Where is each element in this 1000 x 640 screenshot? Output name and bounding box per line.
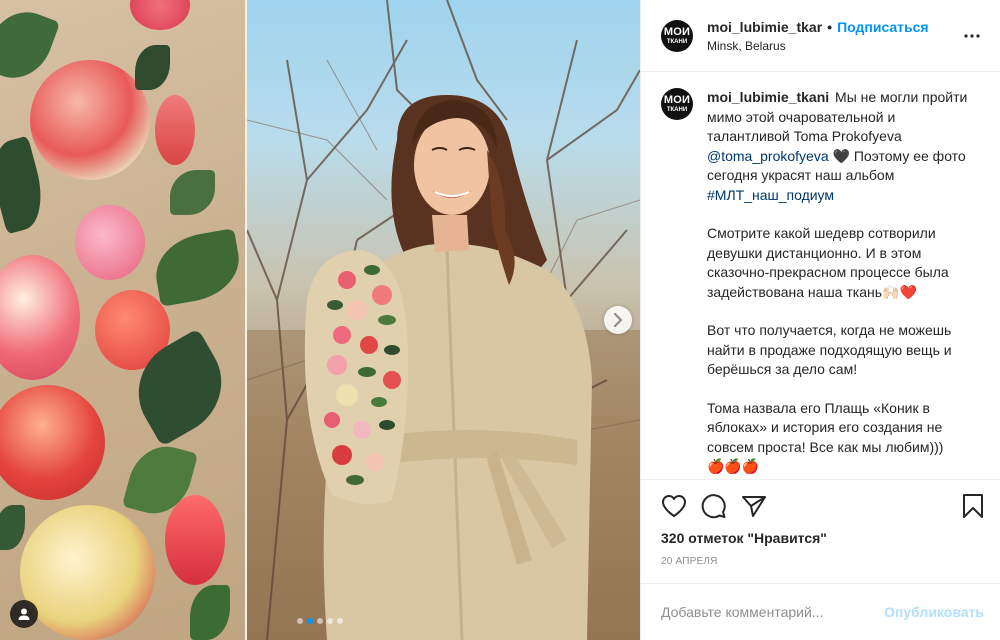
header-text: moi_lubimie_tkar • Подписаться Minsk, Be… <box>707 19 960 53</box>
header-separator: • <box>827 18 833 35</box>
previous-slide-image <box>0 0 245 640</box>
caption-paragraph: Смотрите какой шедевр сотворили девушки … <box>707 225 949 300</box>
header-title-row: moi_lubimie_tkar • Подписаться <box>707 19 960 35</box>
location-link[interactable]: Minsk, Belarus <box>707 39 960 53</box>
carousel-dot-active <box>307 618 313 624</box>
chevron-right-icon <box>613 313 623 327</box>
heart-icon <box>662 495 686 517</box>
action-bar <box>661 480 984 532</box>
post-caption: moi_lubimie_tkani Мы не могли пройти мим… <box>707 88 979 479</box>
caption-paragraph: Вот что получается, когда не можешь найт… <box>707 322 952 377</box>
share-button[interactable] <box>741 486 781 526</box>
mention-link[interactable]: @toma_prokofyeva <box>707 148 829 164</box>
carousel-dot <box>327 618 333 624</box>
next-slide-button[interactable] <box>604 306 632 334</box>
caption-username-link[interactable]: moi_lubimie_tkani <box>707 89 829 105</box>
carousel-dot <box>337 618 343 624</box>
main-slide-image <box>247 0 640 640</box>
comment-input[interactable] <box>661 604 885 620</box>
post-side-panel: МОИ ТКАНИ moi_lubimie_tkar • Подписаться… <box>640 0 1000 640</box>
carousel-dot <box>297 618 303 624</box>
avatar-logo-text: МОИ <box>663 94 691 106</box>
avatar-logo-text: МОИ <box>663 25 691 38</box>
caption-paragraph: 🍎🍎🍎 <box>707 458 760 474</box>
woman-in-trench-coat <box>304 95 592 640</box>
post-header: МОИ ТКАНИ moi_lubimie_tkar • Подписаться… <box>641 0 1000 72</box>
post-date[interactable]: 20 АПРЕЛЯ <box>661 556 984 567</box>
hashtag-link[interactable]: #МЛТ_наш_подиум <box>707 187 834 203</box>
more-options-button[interactable] <box>960 24 984 48</box>
save-button[interactable] <box>944 486 984 526</box>
likes-count[interactable]: 320 отметок "Нравится" <box>661 530 984 546</box>
publish-button[interactable]: Опубликовать <box>884 604 984 620</box>
share-plane-icon <box>742 496 766 517</box>
bookmark-icon <box>963 494 983 518</box>
avatar-logo-subtext: ТКАНИ <box>666 107 688 113</box>
author-avatar[interactable]: МОИ ТКАНИ <box>661 19 693 52</box>
post-actions-area: 320 отметок "Нравится" 20 АПРЕЛЯ <box>641 479 1000 583</box>
like-button[interactable] <box>661 486 701 526</box>
author-username-link[interactable]: moi_lubimie_tkar <box>707 19 822 35</box>
follow-button[interactable]: Подписаться <box>837 19 929 35</box>
caption-paragraph: Тома назвала его Плащь «Коник в яблоках»… <box>707 399 944 455</box>
comments-section: МОИ ТКАНИ moi_lubimie_tkani Мы не могли … <box>641 72 1000 479</box>
carousel-indicator <box>0 618 640 624</box>
comment-button[interactable] <box>701 486 741 526</box>
caption-author-avatar[interactable]: МОИ ТКАНИ <box>661 88 693 120</box>
carousel-dot <box>317 618 323 624</box>
instagram-post: МОИ ТКАНИ moi_lubimie_tkar • Подписаться… <box>0 0 1000 640</box>
add-comment-form: Опубликовать <box>641 583 1000 640</box>
more-horizontal-icon <box>964 33 980 38</box>
avatar-logo-subtext: ТКАНИ <box>666 38 688 45</box>
post-media-carousel[interactable] <box>0 0 640 640</box>
comment-icon <box>701 494 726 519</box>
